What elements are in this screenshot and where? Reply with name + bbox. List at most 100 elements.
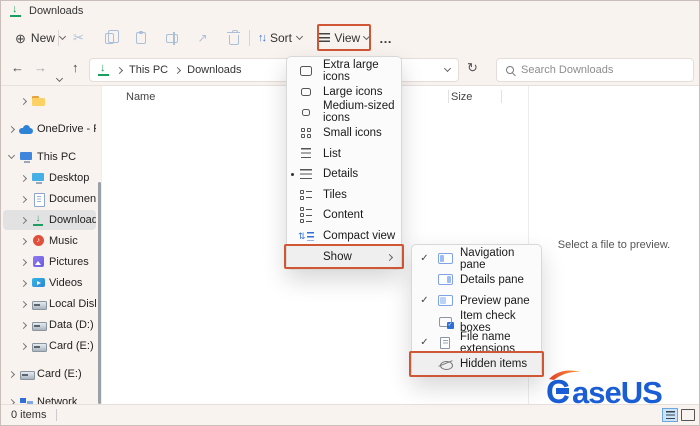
cut-button[interactable]: ✂ xyxy=(63,26,94,50)
chevron-right-icon[interactable] xyxy=(17,174,29,182)
column-header-name[interactable]: Name xyxy=(126,91,155,103)
chevron-right-icon[interactable] xyxy=(17,279,29,287)
show-submenu-item-details-pane[interactable]: Details pane xyxy=(412,269,541,290)
column-header-size[interactable]: Size xyxy=(451,91,472,103)
forward-button[interactable]: → xyxy=(34,60,47,75)
view-menu-item-extra-large-icons[interactable]: Extra large icons xyxy=(287,59,401,84)
chevron-right-icon[interactable] xyxy=(17,321,29,329)
see-more-button[interactable]: … xyxy=(375,25,396,51)
paste-button[interactable] xyxy=(125,26,156,50)
view-menu-item-medium-sized-icons[interactable]: Medium-sized icons xyxy=(287,100,401,124)
hidden-items-icon xyxy=(437,360,453,370)
address-dropdown-chevron[interactable] xyxy=(443,64,452,73)
tiles-view-icon xyxy=(298,189,314,201)
downloads-icon xyxy=(98,62,110,76)
recent-locations-button[interactable] xyxy=(55,68,64,86)
view-button-label: View xyxy=(334,30,361,45)
breadcrumb[interactable]: This PC Downloads xyxy=(89,58,459,82)
trash-icon xyxy=(227,29,240,45)
delete-button[interactable] xyxy=(218,26,249,50)
sidebar-item-label: Card (E:) xyxy=(49,340,94,352)
thumbnail-view-toggle[interactable] xyxy=(681,409,695,421)
chevron-right-icon[interactable] xyxy=(5,370,17,378)
view-menu-item-tiles[interactable]: Tiles xyxy=(287,185,401,206)
sidebar-item-downloads[interactable]: Downloads xyxy=(3,210,96,230)
show-submenu-item-navigation-pane[interactable]: ✓ Navigation pane xyxy=(412,247,541,271)
chevron-right-icon[interactable] xyxy=(17,342,29,350)
menu-item-label: Extra large icons xyxy=(323,59,379,84)
sidebar-item-this-pc[interactable]: This PC xyxy=(3,147,96,167)
sidebar-item-local-disk-c[interactable]: Local Disk (C:) xyxy=(3,294,96,314)
preview-placeholder-text: Select a file to preview. xyxy=(557,239,671,251)
sidebar-item-data-d[interactable]: Data (D:) xyxy=(3,315,96,335)
item-count: 0 items xyxy=(11,409,47,421)
sidebar-item-videos[interactable]: Videos xyxy=(3,273,96,293)
sidebar-item-desktop[interactable]: Desktop xyxy=(3,168,96,188)
chevron-right-icon[interactable] xyxy=(17,300,29,308)
menu-item-label: Compact view xyxy=(323,230,396,243)
view-menu-item-list[interactable]: List xyxy=(287,143,401,164)
sidebar-item-onedrive-persona[interactable]: OneDrive - Persona xyxy=(3,119,96,139)
refresh-button[interactable]: ↻ xyxy=(467,60,478,76)
chevron-right-icon[interactable] xyxy=(17,237,29,245)
share-button[interactable]: ↗ xyxy=(187,26,218,50)
chevron-right-icon[interactable] xyxy=(17,195,29,203)
show-submenu-item-hidden-items[interactable]: Hidden items xyxy=(409,351,544,377)
downloads-icon xyxy=(31,213,47,227)
sidebar-item-card-e[interactable]: Card (E:) xyxy=(3,364,96,384)
show-submenu-item-item-check-boxes[interactable]: Item check boxes xyxy=(412,310,541,334)
copy-button[interactable] xyxy=(94,26,125,50)
chevron-right-icon xyxy=(115,66,124,74)
chevron-right-icon[interactable] xyxy=(17,97,29,105)
sidebar-scrollbar[interactable] xyxy=(98,182,101,404)
sidebar-item-card-e[interactable]: Card (E:) xyxy=(3,336,96,356)
chevron-right-icon[interactable] xyxy=(5,125,17,133)
show-submenu-item-preview-pane[interactable]: ✓ Preview pane xyxy=(412,290,541,311)
toolbar-divider xyxy=(58,30,59,46)
back-button[interactable]: ← xyxy=(11,60,24,75)
sidebar-item-documents[interactable]: Documents xyxy=(3,189,96,209)
sidebar-item-folder[interactable] xyxy=(3,91,96,111)
column-divider[interactable] xyxy=(448,90,449,103)
scissors-icon: ✂ xyxy=(73,30,84,45)
extra-large-icons-icon xyxy=(298,66,314,77)
view-menu-item-show[interactable]: Show xyxy=(284,244,404,269)
view-menu-item-details[interactable]: Details xyxy=(287,164,401,185)
breadcrumb-downloads[interactable]: Downloads xyxy=(187,64,241,76)
details-view-icon xyxy=(298,168,314,180)
small-icons-icon xyxy=(298,128,314,138)
chevron-right-icon[interactable] xyxy=(17,216,29,224)
sidebar-item-label: Desktop xyxy=(49,172,90,184)
search-box[interactable] xyxy=(496,58,694,82)
menu-item-label: Details pane xyxy=(460,273,524,286)
search-input[interactable] xyxy=(521,64,684,76)
svg-text:aseUS: aseUS xyxy=(572,375,662,408)
new-button[interactable]: ⊕ New xyxy=(11,25,69,51)
show-submenu-item-file-name-extensions[interactable]: ✓ File name extensions xyxy=(412,331,541,355)
up-button[interactable]: ↑ xyxy=(72,60,79,75)
chevron-down-icon[interactable] xyxy=(5,151,17,160)
toolbar-edit-icons: ✂ ↗ xyxy=(63,25,249,51)
view-menu-item-small-icons[interactable]: Small icons xyxy=(287,123,401,144)
sort-arrows-icon: ↑↓ xyxy=(258,32,267,44)
copy-icon xyxy=(105,29,119,44)
disk-icon xyxy=(31,318,47,332)
menu-item-label: Large icons xyxy=(323,85,383,98)
chevron-right-icon[interactable] xyxy=(17,258,29,266)
status-divider xyxy=(56,409,58,421)
breadcrumb-this-pc[interactable]: This PC xyxy=(129,64,168,76)
view-menu-item-large-icons[interactable]: Large icons xyxy=(287,82,401,103)
view-menu-item-content[interactable]: Content xyxy=(287,205,401,226)
rename-button[interactable] xyxy=(156,26,187,50)
chevron-right-icon xyxy=(385,251,394,263)
plus-circle-icon: ⊕ xyxy=(15,30,26,46)
sidebar-item-pictures[interactable]: Pictures xyxy=(3,252,96,272)
view-menu-item-compact-view[interactable]: ⇅ Compact view xyxy=(287,226,401,247)
sidebar-item-music[interactable]: Music xyxy=(3,231,96,251)
menu-item-label: Content xyxy=(323,209,364,222)
view-button[interactable]: View xyxy=(317,24,371,51)
details-view-toggle[interactable] xyxy=(662,408,678,422)
sort-button[interactable]: ↑↓ Sort xyxy=(254,25,306,51)
menu-item-label: Small icons xyxy=(323,127,382,140)
column-divider[interactable] xyxy=(501,90,502,103)
